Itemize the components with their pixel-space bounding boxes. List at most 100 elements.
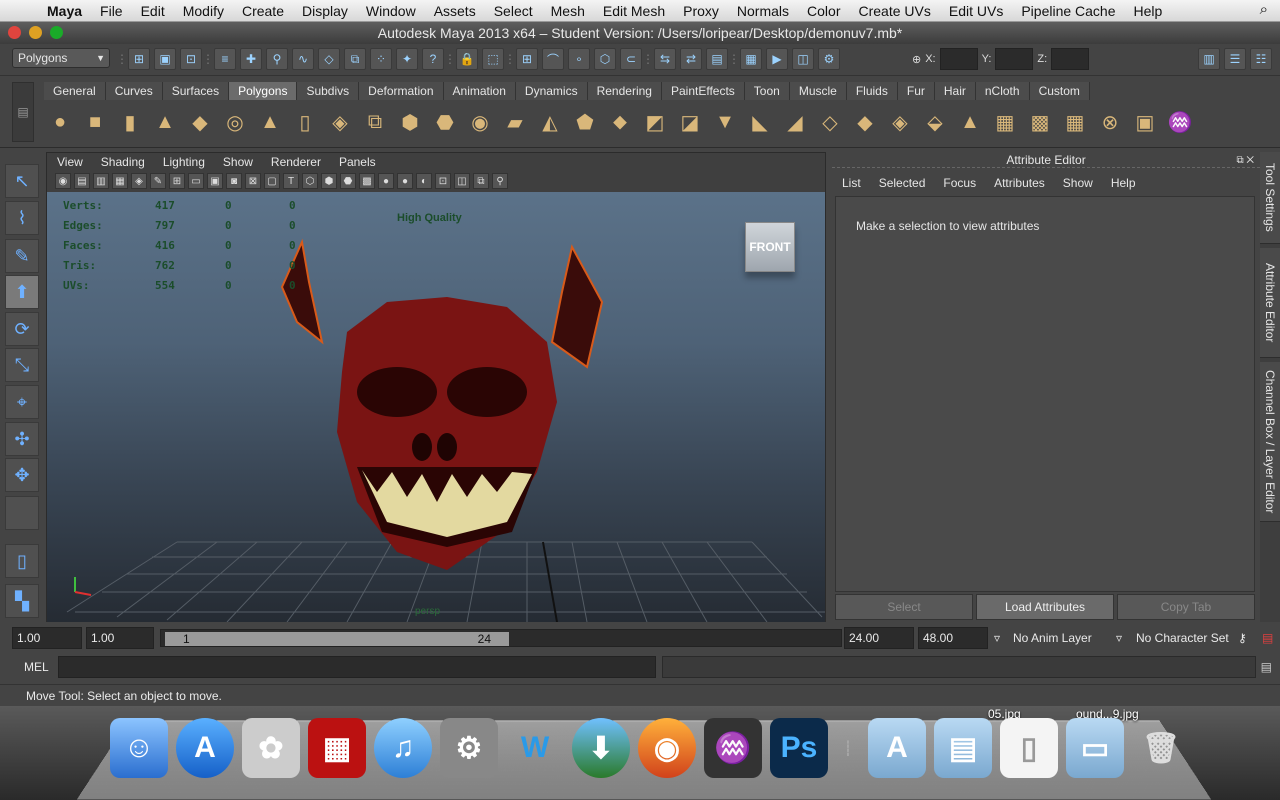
- downloads-folder-icon[interactable]: ▭: [1066, 718, 1124, 778]
- viewport-menu-shading[interactable]: Shading: [101, 155, 145, 169]
- app-store-icon[interactable]: A: [176, 718, 234, 778]
- playback-start-field[interactable]: 1.00: [86, 627, 154, 649]
- input-output-icon[interactable]: ⇄: [680, 48, 702, 70]
- hardware-texturing-icon[interactable]: ⚲: [492, 173, 508, 189]
- animation-end-field[interactable]: 48.00: [918, 627, 988, 649]
- z-field[interactable]: [1051, 48, 1089, 70]
- animation-start-field[interactable]: 1.00: [12, 627, 82, 649]
- separate-icon[interactable]: ⧉: [359, 106, 391, 138]
- chevron-down-icon[interactable]: ▿: [1116, 627, 1122, 649]
- layout-single-icon[interactable]: ▯: [5, 544, 39, 578]
- automatic-mapping-icon[interactable]: ⬙: [919, 106, 951, 138]
- poly-cube-icon[interactable]: ■: [79, 106, 111, 138]
- soft-modification-tool-icon[interactable]: ✣: [5, 422, 39, 456]
- lasso-tool-icon[interactable]: ⌇: [5, 201, 39, 235]
- range-slider[interactable]: 1 24: [160, 629, 842, 647]
- menu-pipeline-cache[interactable]: Pipeline Cache: [1012, 3, 1124, 19]
- shelf-tab-fur[interactable]: Fur: [898, 82, 935, 100]
- poly-torus-icon[interactable]: ◎: [219, 106, 251, 138]
- finder-icon[interactable]: ☺: [110, 718, 168, 778]
- paint-select-tool-icon[interactable]: ✎: [5, 239, 39, 273]
- menu-select[interactable]: Select: [485, 3, 542, 19]
- zoom-window-button[interactable]: [50, 26, 63, 39]
- layout-two-panes-icon[interactable]: ▚: [5, 584, 39, 618]
- select-joints-icon[interactable]: ⚲: [266, 48, 288, 70]
- menu-app[interactable]: Maya: [38, 3, 91, 19]
- collapse-handle-icon[interactable]: ⋮: [120, 48, 124, 70]
- preferences-icon[interactable]: ▤: [1262, 627, 1273, 649]
- show-attribute-editor-icon[interactable]: ▥: [1198, 48, 1220, 70]
- safe-action-icon[interactable]: ▢: [264, 173, 280, 189]
- wedge-icon[interactable]: ◣: [744, 106, 776, 138]
- render-settings-icon[interactable]: ⚙: [818, 48, 840, 70]
- smooth-icon[interactable]: ⬣: [429, 106, 461, 138]
- menu-color[interactable]: Color: [798, 3, 849, 19]
- grid-icon[interactable]: ⊞: [169, 173, 185, 189]
- construction-history-icon[interactable]: ▤: [706, 48, 728, 70]
- uv-texture-editor-icon[interactable]: ⊗: [1094, 106, 1126, 138]
- wireframe-icon[interactable]: ⬡: [302, 173, 318, 189]
- uv-layout-icon[interactable]: ▩: [1024, 106, 1056, 138]
- append-polygon-icon[interactable]: ◈: [324, 106, 356, 138]
- show-channel-box-icon[interactable]: ☷: [1250, 48, 1272, 70]
- shelf-menu-icon[interactable]: ▤: [12, 82, 34, 142]
- select-tool-icon[interactable]: ↖: [5, 164, 39, 198]
- xray-icon[interactable]: ◫: [454, 173, 470, 189]
- select-dynamics-icon[interactable]: ⁘: [370, 48, 392, 70]
- chevron-down-icon[interactable]: ▿: [994, 627, 1000, 649]
- viewport-menu-view[interactable]: View: [57, 155, 83, 169]
- select-component-icon[interactable]: ⊡: [180, 48, 202, 70]
- applications-folder-icon[interactable]: A: [868, 718, 926, 778]
- spherical-mapping-icon[interactable]: ◈: [884, 106, 916, 138]
- shelf-tab-rendering[interactable]: Rendering: [588, 82, 662, 100]
- cylindrical-mapping-icon[interactable]: ◆: [849, 106, 881, 138]
- sculpt-icon[interactable]: ♒: [1164, 106, 1196, 138]
- grease-pencil-icon[interactable]: ✎: [150, 173, 166, 189]
- merge-icon[interactable]: ⬥: [604, 106, 636, 138]
- shelf-tab-muscle[interactable]: Muscle: [790, 82, 847, 100]
- select-object-icon[interactable]: ▣: [154, 48, 176, 70]
- y-field[interactable]: [995, 48, 1033, 70]
- itunes-icon[interactable]: ♫: [374, 718, 432, 778]
- anim-layer-select[interactable]: No Anim Layer: [1013, 627, 1092, 649]
- render-frame-icon[interactable]: ▶: [766, 48, 788, 70]
- screen-space-ao-icon[interactable]: ◐: [416, 173, 432, 189]
- shadows-icon[interactable]: ●: [397, 173, 413, 189]
- system-preferences-icon[interactable]: ⚙: [440, 718, 498, 778]
- panel-float-close-icons[interactable]: ⧉ ✕: [1236, 153, 1254, 169]
- photoshop-icon[interactable]: Ps: [770, 718, 828, 778]
- film-gate-icon[interactable]: ▭: [188, 173, 204, 189]
- gate-mask-icon[interactable]: ◙: [226, 173, 242, 189]
- image-plane-icon[interactable]: ▦: [112, 173, 128, 189]
- render-view-icon[interactable]: ▦: [740, 48, 762, 70]
- split-polygon-icon[interactable]: ◩: [639, 106, 671, 138]
- playback-end-field[interactable]: 24.00: [844, 627, 914, 649]
- offset-edge-loop-icon[interactable]: ▼: [709, 106, 741, 138]
- combine-icon[interactable]: ⬢: [394, 106, 426, 138]
- show-tool-settings-icon[interactable]: ☰: [1224, 48, 1246, 70]
- lock-selection-icon[interactable]: 🔒: [456, 48, 478, 70]
- viewport-menu-renderer[interactable]: Renderer: [271, 155, 321, 169]
- paint-vertex-color-icon[interactable]: ▲: [954, 106, 986, 138]
- ae-menu-attributes[interactable]: Attributes: [994, 176, 1045, 190]
- spotlight-search-icon[interactable]: ⌕: [1260, 1, 1268, 18]
- ae-menu-focus[interactable]: Focus: [943, 176, 976, 190]
- field-chart-icon[interactable]: ⊠: [245, 173, 261, 189]
- key-icon[interactable]: ⚷: [1238, 627, 1247, 649]
- checker-map-icon[interactable]: ▦: [989, 106, 1021, 138]
- shelf-tab-hair[interactable]: Hair: [935, 82, 976, 100]
- menu-edit-uvs[interactable]: Edit UVs: [940, 3, 1012, 19]
- shelf-tab-ncloth[interactable]: nCloth: [976, 82, 1030, 100]
- shelf-tab-polygons[interactable]: Polygons: [229, 82, 297, 100]
- character-set-select[interactable]: No Character Set: [1136, 627, 1229, 649]
- minimize-window-button[interactable]: [29, 26, 42, 39]
- select-button[interactable]: Select: [835, 594, 973, 620]
- menu-file[interactable]: File: [91, 3, 132, 19]
- select-curves-icon[interactable]: ∿: [292, 48, 314, 70]
- ae-menu-help[interactable]: Help: [1111, 176, 1136, 190]
- snap-live-icon[interactable]: ⊂: [620, 48, 642, 70]
- tab-tool-settings[interactable]: Tool Settings: [1260, 152, 1280, 244]
- copy-tab-button[interactable]: Copy Tab: [1117, 594, 1255, 620]
- xray-joints-icon[interactable]: ⧉: [473, 173, 489, 189]
- shelf-tab-animation[interactable]: Animation: [444, 82, 516, 100]
